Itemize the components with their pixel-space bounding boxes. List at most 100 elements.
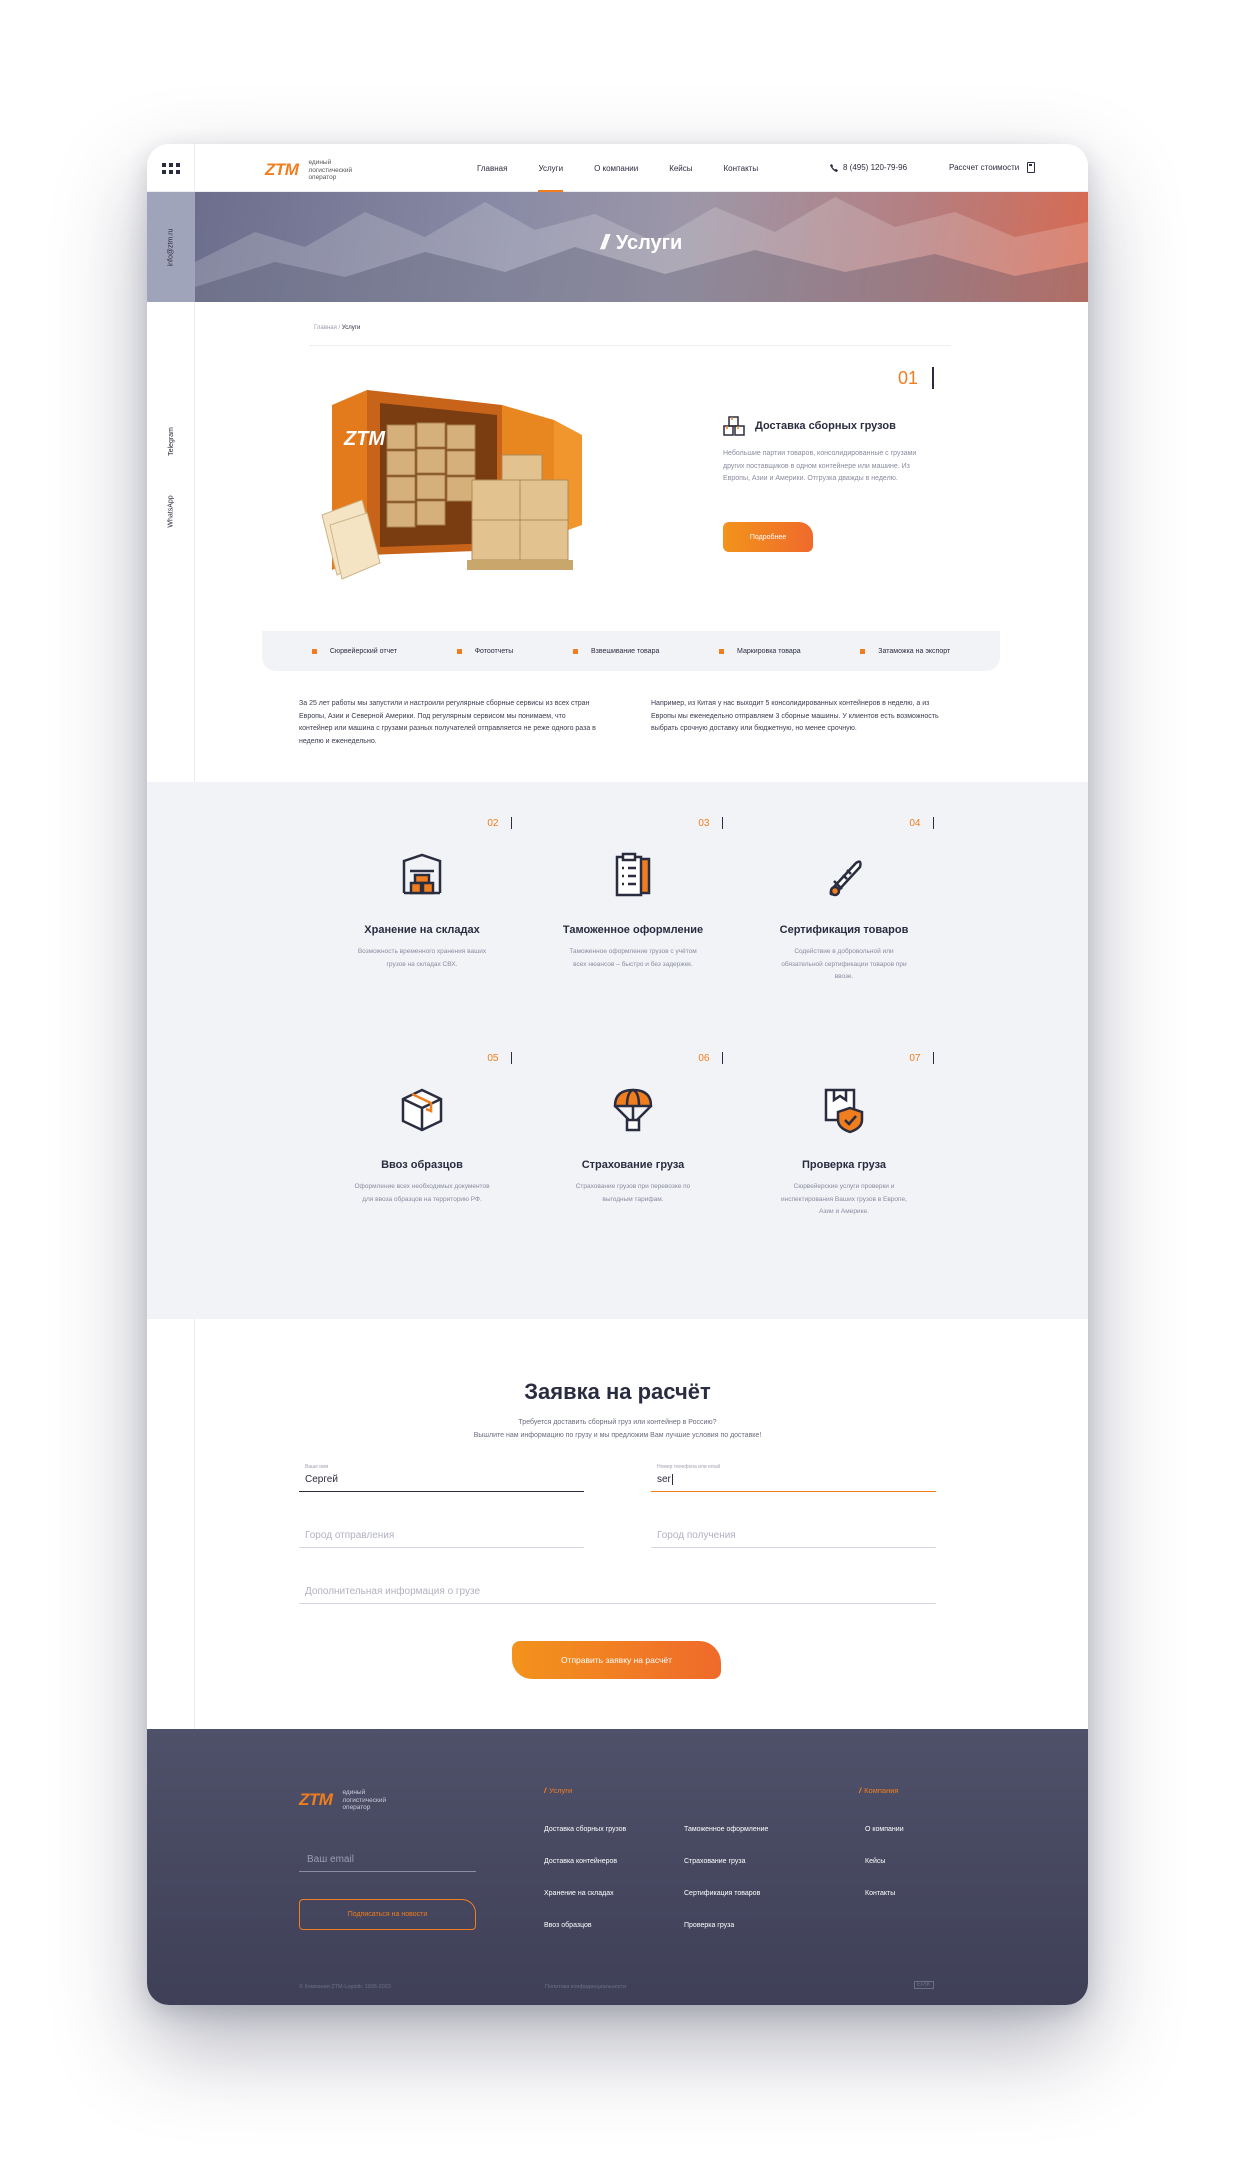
breadcrumb-current: Услуги: [341, 325, 361, 331]
text-cursor: [671, 1474, 673, 1485]
service-card[interactable]: 03 Таможенное оформление Таможенное офор…: [543, 817, 723, 971]
number-divider: [932, 1052, 934, 1064]
footer-link[interactable]: Контакты: [865, 1890, 895, 1897]
footer-link[interactable]: О компании: [865, 1826, 904, 1833]
card-number-text: 07: [909, 1052, 921, 1064]
from-city-field[interactable]: Город отправления: [299, 1520, 584, 1548]
contact-field-value: ser: [657, 1474, 673, 1485]
header-phone[interactable]: 8 (495) 120-79-96: [830, 163, 907, 172]
to-city-placeholder: Город получения: [657, 1530, 736, 1541]
service-card[interactable]: 04 Сертификация товаров Содействие в доб…: [754, 817, 934, 984]
nav-cases[interactable]: Кейсы: [669, 144, 692, 192]
submit-request-button[interactable]: Отправить заявку на расчёт: [512, 1641, 721, 1679]
card-description: Сюрвейерские услуги проверки и инспектир…: [781, 1183, 907, 1215]
breadcrumb-home[interactable]: Главная: [314, 325, 337, 331]
feature-tag-label: Взвешивание товара: [590, 647, 660, 655]
card-number: 05: [487, 1052, 512, 1064]
footer-link[interactable]: Страхование груза: [684, 1858, 745, 1865]
feature-tag: Взвешивание товара: [572, 647, 660, 655]
more-button[interactable]: Подробнее: [723, 522, 813, 552]
feature-tag: Сюрвейерский отчет: [311, 647, 398, 655]
nav-contacts[interactable]: Контакты: [724, 144, 759, 192]
card-number: 02: [487, 817, 512, 829]
card-title: Проверка груза: [801, 1159, 887, 1171]
footer-logo[interactable]: ZTM единый логистический оператор: [299, 1789, 402, 1812]
footer-link[interactable]: Доставка контейнеров: [544, 1858, 617, 1865]
card-description: Содействие в добровольной или обязательн…: [781, 948, 907, 980]
sidebar-telegram-link[interactable]: Telegram: [167, 427, 174, 456]
card-number: 04: [909, 817, 934, 829]
phone-icon: [830, 163, 838, 172]
main-nav: Главная Услуги О компании Кейсы Контакты: [477, 144, 758, 192]
privacy-policy-link[interactable]: Политика конфиденциальности: [545, 1984, 626, 1990]
site-logo[interactable]: ZTM единый логистический оператор: [265, 159, 368, 182]
service-title-text: Доставка сборных грузов: [755, 420, 896, 432]
to-city-field[interactable]: Город получения: [651, 1520, 936, 1548]
card-title: Страхование груза: [581, 1159, 685, 1171]
name-field[interactable]: Ваше имя Сергей: [299, 1464, 584, 1492]
number-divider: [510, 817, 512, 829]
card-title: Таможенное оформление: [562, 924, 704, 936]
number-divider: [932, 817, 934, 829]
developer-logo[interactable]: EPIK: [914, 1981, 934, 1989]
number-divider: [721, 1052, 723, 1064]
breadcrumb: Главная / Услуги: [314, 325, 360, 331]
service-card[interactable]: 06 Страхование груза Страхование грузов …: [543, 1052, 723, 1206]
from-city-placeholder: Город отправления: [305, 1530, 395, 1541]
footer-link[interactable]: Сертификация товаров: [684, 1890, 760, 1897]
number-divider: [721, 817, 723, 829]
card-number-text: 02: [487, 817, 499, 829]
double-slash-icon: //: [600, 232, 609, 254]
footer-link[interactable]: Ввоз образцов: [544, 1922, 592, 1929]
nav-services[interactable]: Услуги: [538, 144, 563, 192]
feature-tag-label: Затаможка на экспорт: [878, 647, 951, 655]
bullet-icon: [572, 648, 578, 654]
feature-tag: Маркировка товара: [719, 648, 801, 655]
sidebar-email-link[interactable]: info@ztm.ru: [168, 229, 175, 267]
card-title: Ввоз образцов: [381, 1159, 463, 1171]
footer-link[interactable]: Кейсы: [865, 1858, 885, 1865]
nav-home[interactable]: Главная: [477, 144, 507, 192]
certificate-icon: [829, 860, 862, 897]
nav-about[interactable]: О компании: [594, 144, 638, 192]
footer-link[interactable]: Таможенное оформление: [684, 1826, 768, 1833]
bullet-icon: [860, 648, 866, 654]
cargo-info-field[interactable]: Дополнительная информация о грузе: [299, 1576, 936, 1604]
card-number-text: 04: [909, 817, 921, 829]
subscribe-button[interactable]: Подписаться на новости: [299, 1899, 476, 1930]
card-number: 06: [698, 1052, 723, 1064]
calc-cost-button[interactable]: Рассчет стоимости: [949, 162, 1036, 173]
hero-banner: // Услуги: [195, 192, 1088, 302]
number-divider: [932, 367, 935, 389]
footer-link[interactable]: Доставка сборных грузов: [544, 1826, 626, 1833]
service-card[interactable]: 07 Проверка груза Сюрвейерские услуги пр…: [754, 1052, 934, 1219]
number-divider: [510, 1052, 512, 1064]
box-icon: [401, 1088, 443, 1132]
footer-logo-mark: ZTM: [299, 1790, 333, 1810]
card-description: Возможность временного хранения ваших гр…: [357, 948, 487, 968]
sidebar-whatsapp-wrap: WhatsApp: [147, 495, 195, 527]
feature-tag: Затаможка на экспорт: [860, 648, 950, 655]
menu-button[interactable]: [147, 144, 195, 192]
card-description: Таможенное оформление грузов с учётом вс…: [569, 948, 697, 968]
clipboard-icon: [615, 852, 651, 897]
about-text-right: Например, из Китая у нас выходит 5 консо…: [651, 700, 939, 732]
contact-field[interactable]: Номер телефона или email ser: [651, 1464, 936, 1492]
feature-tag-label: Сюрвейерский отчет: [329, 647, 398, 655]
logo-tagline: единый логистический оператор: [308, 159, 353, 181]
service-features-bar: Сюрвейерский отчет Фотоотчеты Взвешивани…: [262, 631, 1000, 671]
calculator-icon: [1027, 162, 1036, 173]
footer-email-input[interactable]: Ваш email: [299, 1844, 476, 1872]
footer-heading-text: Услуги: [549, 1786, 573, 1795]
sidebar-whatsapp-link[interactable]: WhatsApp: [167, 495, 174, 527]
footer-link[interactable]: Проверка груза: [684, 1922, 734, 1929]
services-grid: 02 Хранение на складах Возможность време…: [147, 782, 1088, 1319]
footer-services-heading: //Услуги: [544, 1786, 572, 1795]
bullet-icon: [311, 648, 317, 654]
service-card[interactable]: 02 Хранение на складах Возможность време…: [332, 817, 512, 971]
feature-tag-label: Маркировка товара: [737, 647, 801, 655]
service-card[interactable]: 05 Ввоз образцов Оформление всех необход…: [332, 1052, 512, 1206]
footer-link[interactable]: Хранение на складах: [544, 1890, 614, 1897]
feature-tag: Фотоотчеты: [456, 648, 513, 655]
warehouse-icon: [402, 853, 442, 895]
